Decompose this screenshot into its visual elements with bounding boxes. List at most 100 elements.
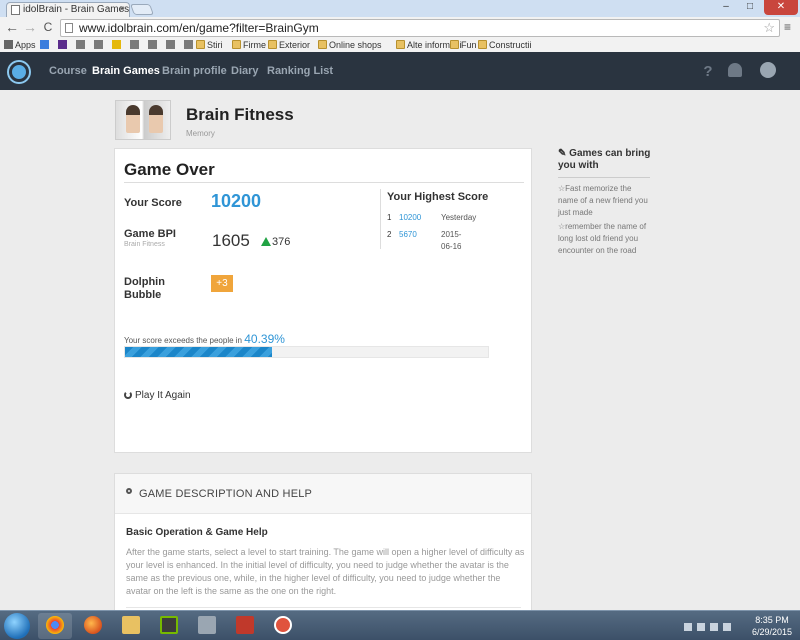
bpi-label: Game BPI (124, 228, 176, 240)
hs-date: Yesterday (441, 213, 477, 222)
hs-score: 5670 (399, 230, 417, 239)
bookmark-item[interactable] (40, 39, 51, 52)
new-tab-button[interactable] (129, 4, 155, 15)
back-button[interactable]: ← (4, 19, 20, 35)
percentile-progress-bar (124, 346, 489, 358)
play-again-link[interactable]: Play It Again (124, 390, 191, 401)
bookmark-item[interactable]: Online shops (318, 39, 382, 52)
idolbrain-logo[interactable] (9, 62, 29, 82)
minimize-button[interactable]: – (716, 0, 736, 15)
bookmark-label: Exterior (279, 40, 311, 50)
m-app-icon (198, 616, 216, 634)
explorer-icon (122, 616, 140, 634)
bookmark-icon (166, 40, 175, 49)
close-window-button[interactable]: ✕ (764, 0, 798, 15)
bookmark-y-icon (58, 40, 67, 49)
bookmark-item[interactable]: Stiri (196, 39, 223, 52)
game-title: Brain Fitness (186, 105, 294, 124)
taskbar-app[interactable] (266, 613, 300, 639)
system-tray[interactable] (684, 620, 746, 632)
bookmark-icon (184, 40, 193, 49)
result-card: Game Over Your Score 10200 Game BPI Brai… (114, 148, 532, 453)
bookmark-item[interactable] (148, 39, 159, 52)
folder-icon (318, 40, 327, 49)
bookmark-item[interactable] (130, 39, 141, 52)
browser-titlebar: idolBrain - Brain Games & × – □ ✕ (0, 0, 800, 17)
bookmark-item[interactable]: Exterior (268, 39, 310, 52)
forward-button[interactable]: → (22, 19, 38, 35)
user-avatar[interactable] (760, 62, 776, 78)
taskbar-app-120x[interactable] (228, 613, 262, 639)
divider-vertical (380, 189, 381, 249)
bookmark-item[interactable]: Constructii (478, 39, 532, 52)
tab-close-icon[interactable]: × (119, 3, 125, 16)
folder-icon (232, 40, 241, 49)
help-title: GAME DESCRIPTION AND HELP (139, 488, 313, 500)
hs-date: 2015-06-16 (441, 230, 462, 251)
hs-rank: 2 (387, 230, 392, 239)
maximize-button[interactable]: □ (740, 0, 760, 15)
bookmark-label: Fun (461, 40, 477, 50)
taskbar-m-app[interactable] (190, 613, 224, 639)
address-bar[interactable]: www.idolbrain.com/en/game?filter=BrainGy… (60, 19, 780, 37)
nav-brain-games[interactable]: Brain Games (92, 52, 160, 90)
play-again-label: Play It Again (135, 390, 191, 401)
bookmark-item[interactable]: Apps (4, 39, 36, 52)
nav-course[interactable]: Course (49, 52, 87, 90)
bookmark-icon (148, 40, 157, 49)
reload-button[interactable]: C (40, 19, 56, 35)
firefox-icon (84, 616, 102, 634)
nav-brain-profile[interactable]: Brain profile (162, 52, 227, 90)
help-body: After the game starts, select a level to… (126, 547, 525, 596)
exceed-percent: 40.39% (244, 332, 285, 346)
exceed-text: Your score exceeds the people in 40.39% (124, 332, 285, 346)
help-icon[interactable]: ? (698, 62, 718, 82)
bpi-value: 1605 (212, 231, 250, 250)
windows-taskbar: 8:35 PM 6/29/2015 (0, 610, 800, 640)
bookmark-item[interactable]: Fun (450, 39, 477, 52)
arrow-up-icon (261, 237, 271, 246)
bookmark-star-icon[interactable]: ☆ (763, 20, 775, 36)
taskbar-firefox[interactable] (76, 613, 110, 639)
bookmarks-bar: Apps Stiri Firme Exterior Online shops Alte i… (0, 39, 800, 52)
bookmark-item[interactable] (94, 39, 105, 52)
notification-bell-icon[interactable] (728, 63, 742, 77)
divider (558, 177, 650, 178)
bonus-label-line2: Bubble (124, 289, 162, 301)
clock-date: 6/29/2015 (751, 627, 793, 637)
taskbar-nvidia[interactable] (152, 613, 186, 639)
divider (124, 182, 524, 183)
folder-icon (478, 40, 487, 49)
hs-rank: 1 (387, 213, 392, 222)
bookmark-item[interactable] (58, 39, 69, 52)
app-120x-icon (236, 616, 254, 634)
nav-ranking-list[interactable]: Ranking List (267, 52, 333, 90)
help-subtitle: Basic Operation & Game Help (126, 527, 268, 538)
bonus-label-line1: Dolphin (124, 276, 165, 288)
taskbar-explorer[interactable] (114, 613, 148, 639)
taskbar-clock[interactable]: 8:35 PM 6/29/2015 (750, 614, 794, 638)
apps-icon (4, 40, 13, 49)
taskbar-chrome[interactable] (38, 613, 72, 639)
hs-score: 10200 (399, 213, 422, 222)
sidebar-title: ✎ Games can bring you with (558, 148, 658, 172)
bookmark-item[interactable] (166, 39, 177, 52)
bookmark-item[interactable] (184, 39, 195, 52)
refresh-icon (124, 391, 132, 399)
clock-time: 8:35 PM (755, 615, 789, 625)
start-button[interactable] (4, 613, 30, 639)
result-heading: Game Over (124, 160, 215, 179)
app-icon (274, 616, 292, 634)
exceed-label: Your score exceeds the people in (124, 336, 243, 345)
bookmark-item[interactable] (76, 39, 87, 52)
browser-tab[interactable]: idolBrain - Brain Games & × (6, 2, 130, 17)
bookmark-item[interactable]: Firme (232, 39, 266, 52)
browser-toolbar: ← → C www.idolbrain.com/en/game?filter=B… (0, 17, 800, 39)
chrome-menu-button[interactable]: ≡ (784, 20, 796, 34)
bookmark-item[interactable] (112, 39, 123, 52)
game-thumbnail (115, 100, 171, 140)
nav-diary[interactable]: Diary (231, 52, 259, 90)
page-icon (11, 5, 20, 15)
bookmark-label: Stiri (207, 40, 223, 50)
bookmark-label: Constructii (489, 40, 532, 50)
